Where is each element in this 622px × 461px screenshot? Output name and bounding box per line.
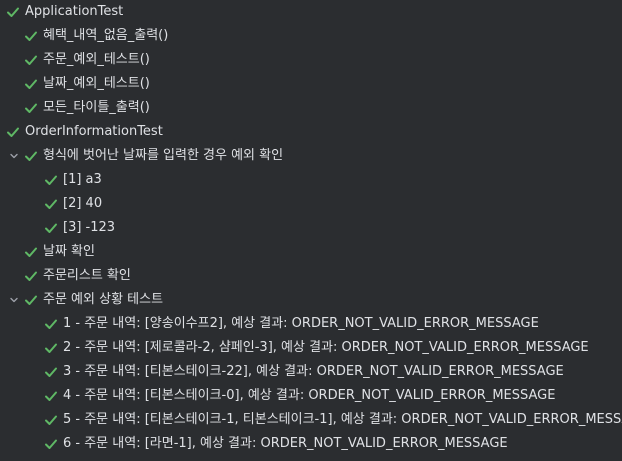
check-icon xyxy=(44,432,58,456)
test-node-label: 1 - 주문 내역: [양송이수프2], 예상 결과: ORDER_NOT_VA… xyxy=(63,316,539,331)
test-node-applicationtest[interactable]: ApplicationTest xyxy=(0,0,622,24)
check-icon xyxy=(24,144,38,168)
test-node-label: 4 - 주문 내역: [티본스테이크-0], 예상 결과: ORDER_NOT_… xyxy=(63,388,556,403)
check-icon xyxy=(44,384,58,408)
check-icon xyxy=(24,264,38,288)
check-icon xyxy=(6,120,20,144)
test-case-row[interactable]: 5 - 주문 내역: [티본스테이크-1, 티본스테이크-1], 예상 결과: … xyxy=(0,408,622,432)
test-case-row[interactable]: 2 - 주문 내역: [제로콜라-2, 샴페인-3], 예상 결과: ORDER… xyxy=(0,336,622,360)
test-node-label: [2] 40 xyxy=(63,196,103,211)
check-icon xyxy=(24,48,38,72)
test-group-order-exception[interactable]: 주문 예외 상황 테스트 xyxy=(0,288,622,312)
check-icon xyxy=(24,24,38,48)
test-node-label: [1] a3 xyxy=(63,172,102,187)
test-node-label: 형식에 벗어난 날짜를 입력한 경우 예외 확인 xyxy=(43,148,284,163)
test-node-label: ApplicationTest xyxy=(25,4,124,19)
chevron-down-icon[interactable] xyxy=(8,288,20,312)
test-node-order-list-check[interactable]: 주문리스트 확인 xyxy=(0,264,622,288)
test-case-row[interactable]: [1] a3 xyxy=(0,168,622,192)
test-node-label: 주문_예외_테스트() xyxy=(43,52,150,67)
test-node-order-exception[interactable]: 주문_예외_테스트() xyxy=(0,48,622,72)
test-case-row[interactable]: 4 - 주문 내역: [티본스테이크-0], 예상 결과: ORDER_NOT_… xyxy=(0,384,622,408)
check-icon xyxy=(44,360,58,384)
test-node-label: 날짜_예외_테스트() xyxy=(43,76,150,91)
check-icon xyxy=(6,0,20,24)
test-node-label: 모든_타이틀_출력() xyxy=(43,100,150,115)
test-node-label: 3 - 주문 내역: [티본스테이크-22], 예상 결과: ORDER_NOT… xyxy=(63,364,564,379)
check-icon xyxy=(24,72,38,96)
check-icon xyxy=(44,192,58,216)
test-group-date-format[interactable]: 형식에 벗어난 날짜를 입력한 경우 예외 확인 xyxy=(0,144,622,168)
check-icon xyxy=(24,240,38,264)
test-node-label: OrderInformationTest xyxy=(25,124,163,139)
test-node-orderinformationtest[interactable]: OrderInformationTest xyxy=(0,120,622,144)
test-node-label: [3] -123 xyxy=(63,220,116,235)
test-case-row[interactable]: 1 - 주문 내역: [양송이수프2], 예상 결과: ORDER_NOT_VA… xyxy=(0,312,622,336)
test-node-date-check[interactable]: 날짜 확인 xyxy=(0,240,622,264)
test-node-label: 6 - 주문 내역: [라면-1], 예상 결과: ORDER_NOT_VALI… xyxy=(63,436,508,451)
test-node-label: 2 - 주문 내역: [제로콜라-2, 샴페인-3], 예상 결과: ORDER… xyxy=(63,340,589,355)
test-results-tree: ApplicationTest 혜택_내역_없음_출력() 주문_예외_테스트(… xyxy=(0,0,622,456)
check-icon xyxy=(44,408,58,432)
chevron-down-icon[interactable] xyxy=(8,144,20,168)
test-node-label: 5 - 주문 내역: [티본스테이크-1, 티본스테이크-1], 예상 결과: … xyxy=(63,412,622,427)
test-node-label: 주문 예외 상황 테스트 xyxy=(43,292,164,307)
check-icon xyxy=(44,216,58,240)
test-case-row[interactable]: [3] -123 xyxy=(0,216,622,240)
test-node-label: 날짜 확인 xyxy=(43,244,95,259)
test-case-row[interactable]: 6 - 주문 내역: [라면-1], 예상 결과: ORDER_NOT_VALI… xyxy=(0,432,622,456)
check-icon xyxy=(24,96,38,120)
test-node-date-exception[interactable]: 날짜_예외_테스트() xyxy=(0,72,622,96)
test-node-benefit-none[interactable]: 혜택_내역_없음_출력() xyxy=(0,24,622,48)
test-case-row[interactable]: [2] 40 xyxy=(0,192,622,216)
check-icon xyxy=(44,336,58,360)
test-node-label: 혜택_내역_없음_출력() xyxy=(43,28,169,43)
test-node-all-titles[interactable]: 모든_타이틀_출력() xyxy=(0,96,622,120)
check-icon xyxy=(44,312,58,336)
test-node-label: 주문리스트 확인 xyxy=(43,268,131,283)
test-case-row[interactable]: 3 - 주문 내역: [티본스테이크-22], 예상 결과: ORDER_NOT… xyxy=(0,360,622,384)
check-icon xyxy=(44,168,58,192)
check-icon xyxy=(24,288,38,312)
